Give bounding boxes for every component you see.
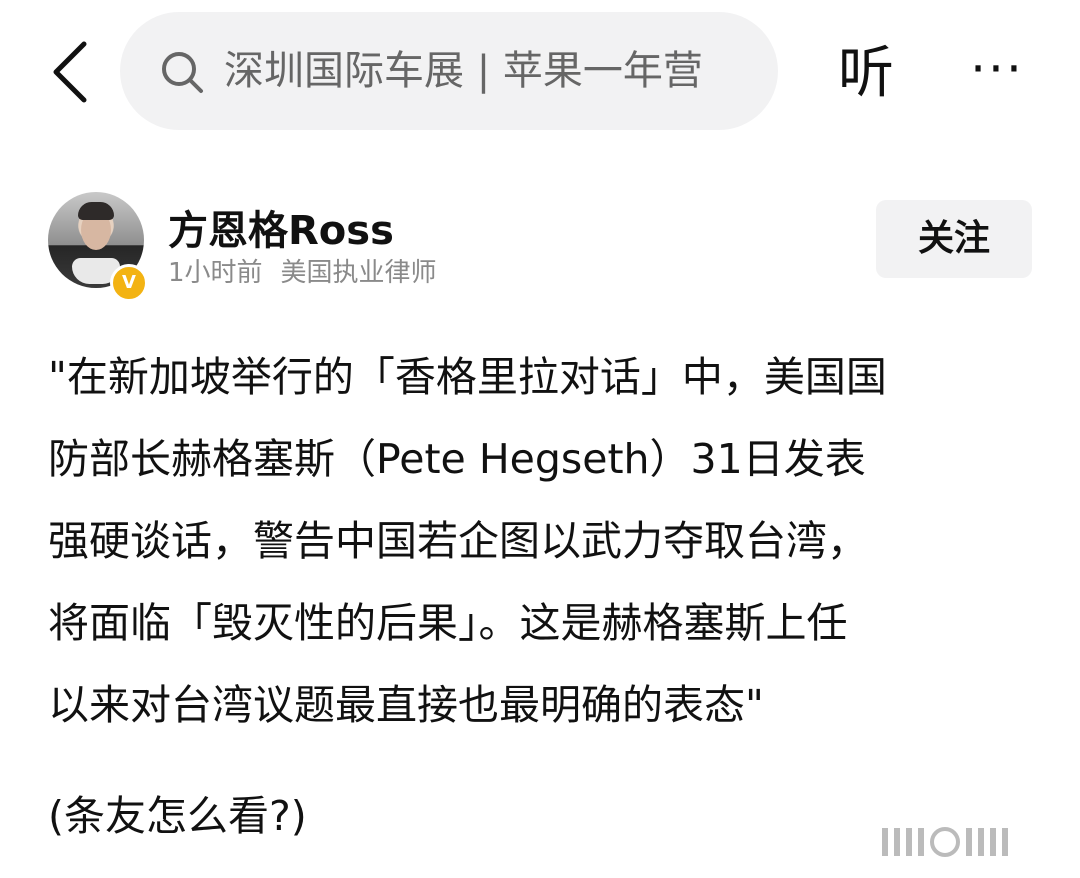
post-question: (条友怎么看?) — [48, 792, 307, 840]
chevron-left-icon — [53, 41, 87, 103]
post-time: 1小时前 — [168, 258, 263, 288]
post-line: "在新加坡举行的「香格里拉对话」中，美国国 — [48, 353, 887, 401]
watermark-mark — [894, 828, 900, 856]
post-line: 以来对台湾议题最直接也最明确的表态" — [48, 681, 764, 729]
author-title: 美国执业律师 — [280, 258, 437, 288]
more-options-button[interactable]: ··· — [962, 44, 1032, 94]
watermark-mark — [990, 828, 996, 856]
watermark-mark — [966, 828, 972, 856]
watermark — [882, 826, 1058, 858]
follow-button[interactable]: 关注 — [876, 200, 1032, 278]
watermark-mark — [918, 828, 924, 856]
back-button[interactable] — [40, 36, 100, 108]
author-name[interactable]: 方恩格Ross — [168, 198, 394, 256]
watermark-mark — [1002, 828, 1008, 856]
watermark-mark — [882, 828, 888, 856]
post-line: 将面临「毁灭性的后果」。这是赫格塞斯上任 — [48, 599, 848, 647]
watermark-mark — [906, 828, 912, 856]
search-icon — [162, 52, 203, 93]
top-bar: 深圳国际车展 | 苹果一年营 听 ··· — [0, 0, 1080, 140]
watermark-mark — [930, 827, 960, 857]
verified-badge-icon: V — [110, 264, 148, 302]
search-text: 深圳国际车展 | 苹果一年营 — [224, 48, 703, 94]
author-meta: 1小时前 美国执业律师 — [168, 252, 437, 289]
search-bar[interactable]: 深圳国际车展 | 苹果一年营 — [120, 12, 778, 130]
watermark-mark — [978, 828, 984, 856]
post-line: 防部长赫格塞斯（Pete Hegseth）31日发表 — [48, 435, 866, 483]
post-line: 强硬谈话，警告中国若企图以武力夺取台湾， — [48, 517, 868, 565]
author-row: V 方恩格Ross 1小时前 美国执业律师 关注 — [0, 180, 1080, 302]
listen-button[interactable]: 听 — [826, 34, 906, 114]
avatar-hair — [78, 202, 114, 220]
post-content: "在新加坡举行的「香格里拉对话」中，美国国 防部长赫格塞斯（Pete Hegse… — [48, 336, 1038, 746]
